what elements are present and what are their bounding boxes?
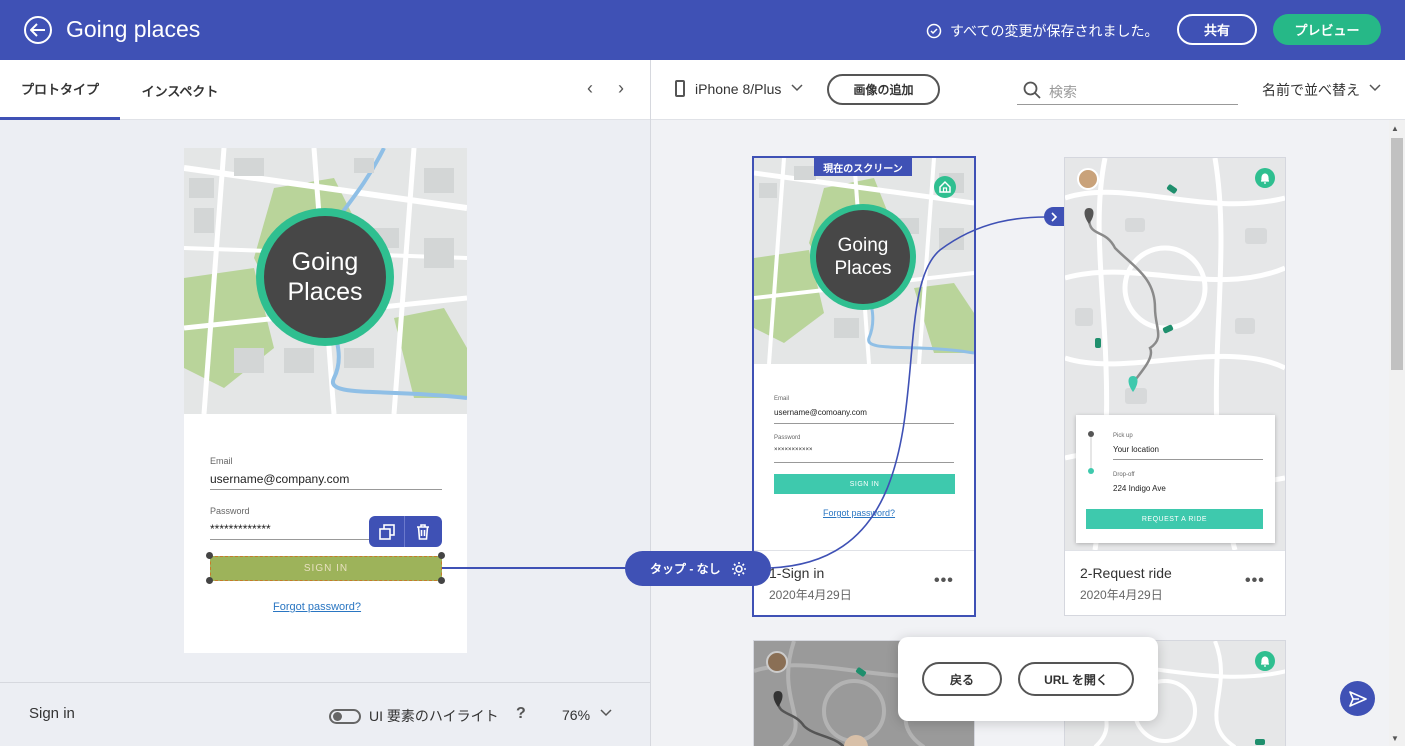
back-arrow-icon[interactable] bbox=[24, 16, 52, 44]
action-popover: 戻る URL を開く bbox=[898, 637, 1158, 721]
scrollbar-thumb[interactable] bbox=[1391, 138, 1403, 370]
email-field: username@comoany.com bbox=[774, 408, 954, 424]
scroll-up-icon[interactable]: ▲ bbox=[1391, 124, 1399, 133]
chevron-right-icon[interactable]: › bbox=[618, 78, 624, 99]
ride-request-sheet: Pick up Your location Drop-off 224 Indig… bbox=[1076, 415, 1275, 543]
save-status: すべての変更が保存されました。 bbox=[926, 21, 1158, 41]
chevron-down-icon[interactable] bbox=[1369, 80, 1381, 95]
dropoff-label: Drop-off bbox=[1113, 472, 1135, 478]
card-title: 2-Request ride bbox=[1080, 565, 1172, 581]
current-screen-badge: 現在のスクリーン bbox=[814, 158, 912, 176]
tab-prototype[interactable]: プロトタイプ bbox=[0, 60, 120, 120]
logo-text-line1: Going bbox=[291, 248, 359, 276]
email-label: Email bbox=[210, 456, 233, 466]
logo-text-line2: Places bbox=[287, 278, 363, 306]
search-placeholder: 検索 bbox=[1049, 84, 1077, 100]
open-url-button[interactable]: URL を開く bbox=[1018, 662, 1134, 696]
password-field: ××××××××××× bbox=[774, 447, 954, 463]
share-button[interactable]: 共有 bbox=[1177, 14, 1257, 45]
search-icon bbox=[1023, 81, 1041, 99]
resize-handle[interactable] bbox=[206, 552, 213, 559]
forgot-password-link: Forgot password? bbox=[823, 508, 896, 518]
help-icon[interactable]: ? bbox=[516, 705, 526, 723]
tab-inspect[interactable]: インスペクト bbox=[120, 60, 240, 120]
element-toolbar bbox=[369, 516, 442, 547]
avatar bbox=[1077, 168, 1099, 190]
preview-button[interactable]: プレビュー bbox=[1273, 14, 1381, 45]
divider bbox=[1065, 550, 1285, 551]
pickup-label: Pick up bbox=[1113, 433, 1133, 439]
pickup-field: Your location bbox=[1113, 445, 1263, 460]
device-selector[interactable]: iPhone 8/Plus bbox=[695, 81, 781, 97]
project-title: Going places bbox=[66, 16, 201, 42]
screens-toolbar: iPhone 8/Plus 画像の追加 検索 名前で並べ替え bbox=[651, 60, 1405, 120]
app-logo: Going Places bbox=[810, 204, 916, 310]
email-field[interactable]: username@company.com bbox=[210, 472, 442, 490]
sign-in-button-selected[interactable]: SIGN IN bbox=[210, 556, 442, 581]
bell-icon bbox=[1255, 651, 1275, 671]
send-icon[interactable] bbox=[1340, 681, 1375, 716]
panel-footer: Sign in UI 要素のハイライト ? 76% bbox=[0, 682, 650, 746]
highlight-toggle-label: UI 要素のハイライト bbox=[369, 708, 499, 724]
password-label: Password bbox=[774, 435, 801, 441]
interaction-pill[interactable]: タップ - なし bbox=[625, 551, 771, 586]
sign-in-button: SIGN IN bbox=[774, 474, 955, 494]
screen-preview: Going Places Email username@company.com … bbox=[184, 148, 467, 653]
card-date: 2020年4月29日 bbox=[1080, 588, 1163, 602]
screen-thumbnail: Pick up Your location Drop-off 224 Indig… bbox=[1065, 158, 1285, 550]
link-target-chevron-icon[interactable] bbox=[1044, 207, 1064, 226]
logo-text-line2: Places bbox=[834, 258, 892, 279]
dropoff-field: 224 Indigo Ave bbox=[1113, 484, 1166, 493]
check-circle-icon bbox=[926, 23, 942, 39]
scroll-down-icon[interactable]: ▼ bbox=[1391, 734, 1399, 743]
card-date: 2020年4月29日 bbox=[769, 588, 852, 602]
bell-icon bbox=[1255, 168, 1275, 188]
panel-tabs: プロトタイプ インスペクト ‹ › bbox=[0, 60, 650, 120]
chevron-down-icon[interactable] bbox=[600, 705, 612, 720]
avatar bbox=[766, 651, 788, 673]
screen-card-request-ride[interactable]: Pick up Your location Drop-off 224 Indig… bbox=[1064, 157, 1286, 616]
screen-thumbnail: Going Places 現在のスクリーン Email username@com… bbox=[754, 158, 974, 550]
screen-card-sign-in[interactable]: Going Places 現在のスクリーン Email username@com… bbox=[752, 156, 976, 617]
zoom-level[interactable]: 76% bbox=[562, 707, 590, 723]
request-ride-button: REQUEST A RIDE bbox=[1086, 509, 1263, 529]
resize-handle[interactable] bbox=[438, 552, 445, 559]
chevron-down-icon[interactable] bbox=[791, 80, 803, 95]
home-icon bbox=[934, 176, 956, 198]
logo-text-line1: Going bbox=[837, 235, 889, 256]
back-action-button[interactable]: 戻る bbox=[922, 662, 1002, 696]
trash-icon[interactable] bbox=[405, 516, 441, 547]
forgot-password-link[interactable]: Forgot password? bbox=[273, 601, 361, 613]
more-icon[interactable]: ••• bbox=[934, 572, 954, 590]
current-screen-name: Sign in bbox=[29, 705, 75, 722]
save-status-text: すべての変更が保存されました。 bbox=[950, 23, 1159, 39]
gear-icon[interactable] bbox=[731, 561, 747, 577]
prototype-panel: プロトタイプ インスペクト ‹ › Going Places Email use… bbox=[0, 60, 651, 746]
top-header: Going places すべての変更が保存されました。 共有 プレビュー bbox=[0, 0, 1405, 60]
chevron-left-icon[interactable]: ‹ bbox=[587, 78, 593, 99]
route-pins-icon bbox=[1088, 431, 1094, 474]
highlight-toggle[interactable] bbox=[329, 709, 361, 724]
password-field[interactable]: ************* bbox=[210, 522, 375, 540]
password-label: Password bbox=[210, 506, 250, 516]
resize-handle[interactable] bbox=[438, 577, 445, 584]
add-image-button[interactable]: 画像の追加 bbox=[827, 74, 940, 105]
divider bbox=[754, 550, 974, 551]
phone-icon bbox=[675, 80, 685, 97]
search-input[interactable]: 検索 bbox=[1017, 75, 1238, 105]
duplicate-icon[interactable] bbox=[369, 516, 405, 547]
interaction-label: タップ - なし bbox=[650, 562, 721, 576]
app-logo: Going Places bbox=[256, 208, 394, 346]
email-label: Email bbox=[774, 396, 790, 402]
more-icon[interactable]: ••• bbox=[1245, 572, 1265, 590]
card-title: 1-Sign in bbox=[769, 565, 825, 581]
sort-dropdown[interactable]: 名前で並べ替え bbox=[1262, 80, 1360, 100]
map-background: Going Places bbox=[184, 148, 467, 414]
resize-handle[interactable] bbox=[206, 577, 213, 584]
